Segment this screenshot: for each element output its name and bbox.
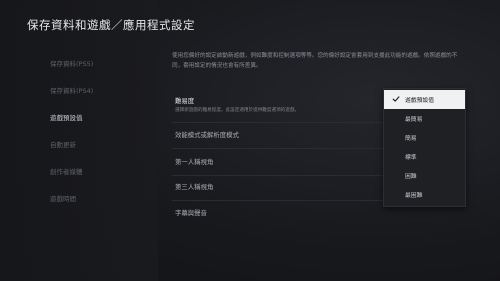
sidebar-item-ps4-saved-data[interactable]: 保存資料(PS4) <box>50 85 93 95</box>
difficulty-dropdown[interactable]: 遊戲預設值 最簡易 簡易 標準 困難 最困難 <box>383 88 466 207</box>
setting-label: 第一人稱視角 <box>175 158 214 166</box>
option-label: 最簡易 <box>405 117 423 123</box>
option-label: 困難 <box>405 174 417 180</box>
setting-row-subtitles-audio[interactable]: 字幕與聲音 <box>165 208 465 232</box>
section-description: 使用您偏好的設定啟動新遊戲，例如難度和控制選項等等。您的偏好設定會套用到支援此功… <box>172 53 458 69</box>
option-label: 最困難 <box>405 193 423 199</box>
page-title: 保存資料和遊戲／應用程式設定 <box>27 18 195 32</box>
sidebar-item-ps5-saved-data[interactable]: 保存資料(PS5) <box>50 58 93 68</box>
sidebar-item-auto-updates[interactable]: 自動更新 <box>50 139 76 149</box>
dropdown-option-standard[interactable]: 標準 <box>384 147 465 166</box>
setting-description: 選擇新遊戲的難易程度。此設定適用於提供難度選項的遊戲。 <box>175 108 300 113</box>
sidebar-item-playtime[interactable]: 遊戲時間 <box>50 193 76 203</box>
dropdown-option-hard[interactable]: 困難 <box>384 166 465 185</box>
sidebar-item-game-presets[interactable]: 遊戲預設值 <box>50 112 83 122</box>
dropdown-option-game-default[interactable]: 遊戲預設值 <box>384 90 465 109</box>
setting-label: 難易度 <box>175 97 195 105</box>
setting-label: 字幕與聲音 <box>175 209 207 217</box>
dropdown-option-easy[interactable]: 簡易 <box>384 128 465 147</box>
option-label: 遊戲預設值 <box>405 98 434 104</box>
option-label: 標準 <box>405 155 417 161</box>
dropdown-option-hardest[interactable]: 最困難 <box>384 185 465 204</box>
settings-screen: 保存資料(PS5) 保存資料(PS4) 遊戲預設值 自動更新 創作者媒體 遊戲時… <box>0 0 500 281</box>
option-label: 簡易 <box>405 136 417 142</box>
sidebar: 保存資料(PS5) 保存資料(PS4) 遊戲預設值 自動更新 創作者媒體 遊戲時… <box>0 0 158 281</box>
dropdown-option-easiest[interactable]: 最簡易 <box>384 109 465 128</box>
sidebar-item-creator-media[interactable]: 創作者媒體 <box>50 166 83 176</box>
setting-label: 第三人稱視角 <box>175 183 214 191</box>
check-icon <box>392 96 400 102</box>
setting-label: 效能模式或解析度模式 <box>175 131 239 139</box>
